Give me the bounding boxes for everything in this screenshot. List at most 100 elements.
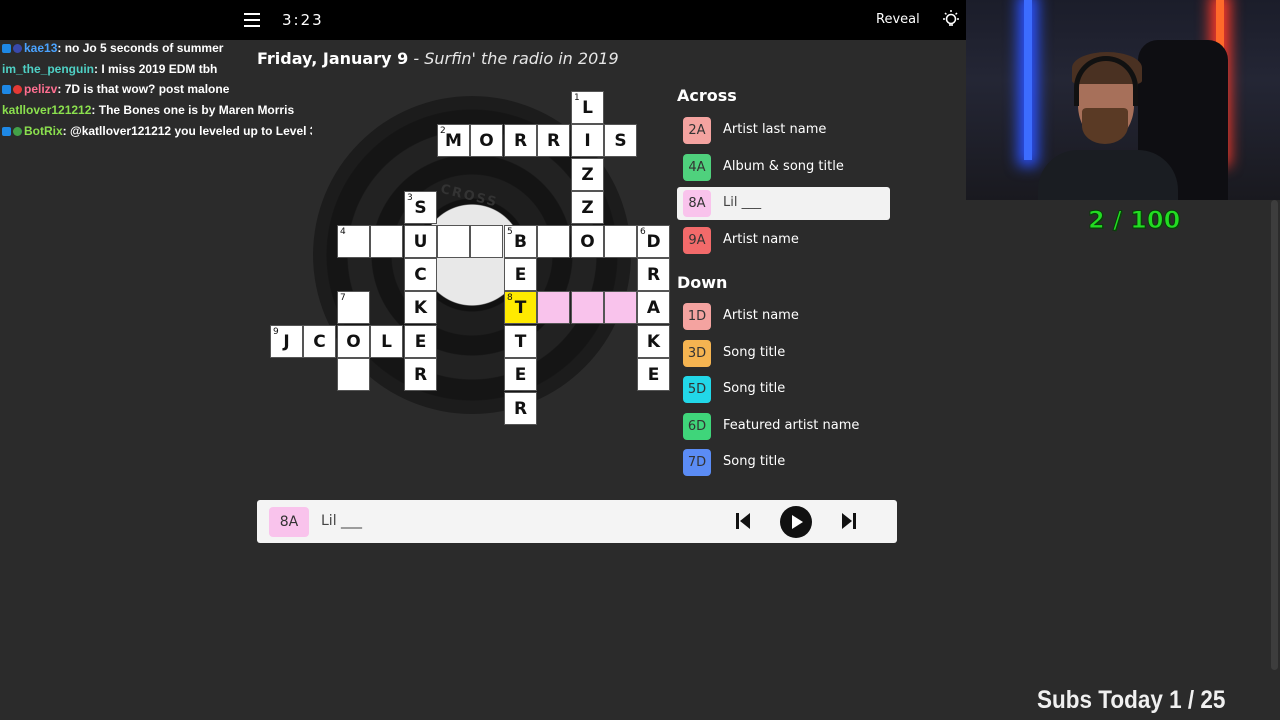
grid-cell[interactable]: C (404, 258, 437, 291)
clue-id-badge: 7D (683, 449, 711, 477)
grid-cell[interactable]: Z (571, 158, 604, 191)
grid-cell[interactable]: 8T (504, 291, 537, 324)
current-clue-text: Lil ___ (321, 513, 363, 529)
grid-cell[interactable]: O (571, 225, 604, 258)
cell-number: 2 (440, 126, 446, 136)
chat-text: : I miss 2019 EDM tbh (94, 61, 218, 76)
cell-number: 6 (640, 227, 646, 237)
grid-cell[interactable]: I (571, 124, 604, 157)
grid-cell[interactable]: Z (571, 191, 604, 224)
cell-letter: O (346, 332, 361, 352)
puzzle-title: Friday, January 9 - Surfin' the radio in… (257, 49, 619, 68)
grid-cell[interactable]: C (303, 325, 336, 358)
clue-6d[interactable]: 6D Featured artist name (677, 410, 890, 443)
cell-letter: Z (581, 198, 594, 218)
clue-7d[interactable]: 7D Song title (677, 446, 890, 479)
clue-4a[interactable]: 4A Album & song title (677, 151, 890, 184)
clue-1d[interactable]: 1D Artist name (677, 300, 890, 333)
cell-number: 9 (273, 327, 279, 337)
clue-3d[interactable]: 3D Song title (677, 337, 890, 370)
grid-cell[interactable] (337, 358, 370, 391)
reveal-button[interactable]: Reveal (876, 12, 920, 27)
clue-9a[interactable]: 9A Artist name (677, 224, 890, 257)
grid-cell[interactable]: K (637, 325, 670, 358)
cell-letter: D (646, 232, 661, 252)
clue-5d[interactable]: 5D Song title (677, 373, 890, 406)
grid-cell[interactable]: E (404, 325, 437, 358)
grid-cell[interactable]: 7 (337, 291, 370, 324)
lightbulb-icon[interactable] (940, 9, 962, 31)
scrollbar[interactable] (1271, 200, 1278, 670)
grid-cell[interactable]: 6D (637, 225, 670, 258)
cell-letter: R (646, 265, 661, 285)
grid-cell[interactable]: 1L (571, 91, 604, 124)
grid-cell[interactable] (604, 225, 637, 258)
grid-cell[interactable]: R (504, 124, 537, 157)
play-icon (792, 515, 803, 529)
cell-letter: E (647, 365, 660, 385)
grid-cell[interactable] (571, 291, 604, 324)
cell-number: 3 (407, 193, 413, 203)
cell-letter: C (414, 265, 427, 285)
clue-8a[interactable]: 8A Lil ___ (677, 187, 890, 221)
play-button[interactable] (780, 506, 812, 538)
cell-letter: S (614, 131, 627, 151)
blue-neon-light (1024, 0, 1032, 160)
cell-letter: U (413, 232, 428, 252)
clue-id-badge: 4A (683, 153, 711, 181)
grid-cell[interactable]: S (604, 124, 637, 157)
cell-number: 8 (507, 293, 513, 303)
grid-cell[interactable]: R (504, 392, 537, 425)
chat-username[interactable]: pelizv (24, 82, 57, 96)
grid-cell[interactable]: K (404, 291, 437, 324)
grid-cell[interactable] (470, 225, 503, 258)
puzzle-date: Friday, January 9 (257, 49, 409, 68)
grid-cell[interactable]: E (504, 258, 537, 291)
clue-id-badge: 9A (683, 226, 711, 254)
clue-text: Song title (723, 454, 786, 470)
grid-cell[interactable]: O (337, 325, 370, 358)
grid-cell[interactable]: R (404, 358, 437, 391)
chat-text: : no Jo 5 seconds of summer (57, 41, 224, 55)
chat-username[interactable]: katllover121212 (2, 103, 91, 117)
menu-icon[interactable] (244, 13, 260, 27)
grid-cell[interactable]: E (504, 358, 537, 391)
grid-cell[interactable]: 5B (504, 225, 537, 258)
chat-username[interactable]: im_the_penguin (2, 62, 94, 76)
grid-cell[interactable] (537, 225, 570, 258)
grid-cell[interactable]: R (637, 258, 670, 291)
clue-id-badge: 1D (683, 303, 711, 330)
cell-number: 5 (507, 227, 513, 237)
chat-username[interactable]: kae13 (24, 41, 57, 55)
puzzle-subtitle: Surfin' the radio in 2019 (424, 49, 619, 68)
grid-cell[interactable]: 2M (437, 124, 470, 157)
down-heading: Down (677, 273, 728, 292)
grid-cell[interactable] (370, 225, 403, 258)
grid-cell[interactable]: A (637, 291, 670, 324)
grid-cell[interactable]: R (537, 124, 570, 157)
cell-letter: K (413, 298, 428, 318)
next-clue-icon[interactable] (841, 510, 857, 532)
grid-cell[interactable]: 3S (404, 191, 437, 224)
top-bar: 3:23 Reveal (0, 0, 966, 40)
clue-id-badge: 3D (683, 339, 711, 367)
previous-clue-icon[interactable] (735, 510, 751, 532)
grid-cell[interactable]: T (504, 325, 537, 358)
grid-cell[interactable] (437, 225, 470, 258)
grid-cell[interactable]: 9J (270, 325, 303, 358)
grid-cell[interactable] (604, 291, 637, 324)
cell-letter: I (584, 131, 591, 151)
grid-cell[interactable]: O (470, 124, 503, 157)
chat-username[interactable]: BotRix (24, 124, 63, 138)
grid-cell[interactable]: L (370, 325, 403, 358)
chat-badge-icon (2, 126, 11, 136)
chat-badge-icon (13, 85, 22, 95)
cell-number: 4 (340, 227, 346, 237)
clue-2a[interactable]: 2A Artist last name (677, 114, 890, 147)
cell-letter: O (580, 232, 595, 252)
cell-letter: M (445, 131, 462, 151)
grid-cell[interactable]: E (637, 358, 670, 391)
grid-cell[interactable] (537, 291, 570, 324)
grid-cell[interactable]: U (404, 225, 437, 258)
grid-cell[interactable]: 4 (337, 225, 370, 258)
